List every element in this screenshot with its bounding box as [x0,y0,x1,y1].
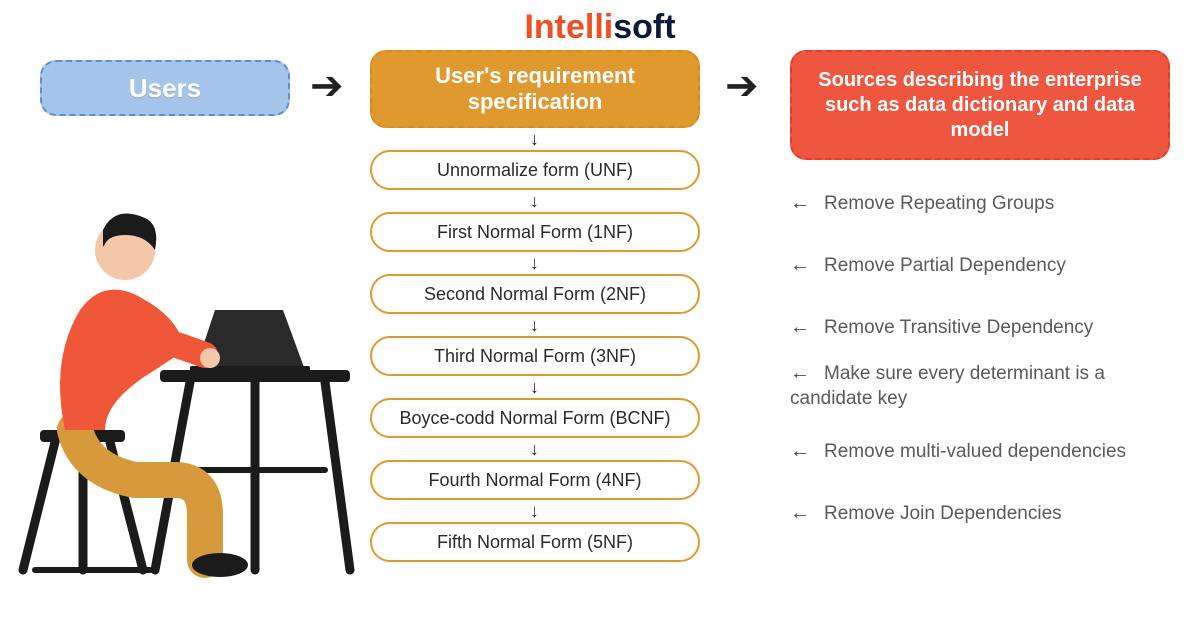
users-label: Users [129,73,201,104]
annotation: ← Remove Partial Dependency [790,252,1185,279]
normal-form-pill: Unnormalize form (UNF) [370,150,700,190]
annotation: ← Remove Transitive Dependency [790,314,1185,341]
arrow-left-icon: ← [790,360,810,386]
logo-part1: Intelli [524,8,613,46]
normal-form-pill: Boyce-codd Normal Form (BCNF) [370,398,700,438]
annotation: ←Make sure every determinant is a candid… [790,360,1185,411]
annotation-text: Make sure every determinant is a candida… [790,363,1105,409]
requirement-spec-box: User's requirement specification [370,50,700,128]
pill-label: Second Normal Form (2NF) [424,284,646,305]
pill-label: Fourth Normal Form (4NF) [428,470,641,491]
arrow-left-icon: ← [790,190,810,216]
arrow-down-icon: ↓ [530,378,539,396]
pill-label: Boyce-codd Normal Form (BCNF) [399,408,670,429]
brand-logo: Intellisoft [524,8,675,47]
pill-label: Third Normal Form (3NF) [434,346,636,367]
annotation-text: Remove Partial Dependency [824,255,1066,276]
arrow-down-icon: ↓ [530,130,539,148]
annotation-text: Remove Repeating Groups [824,193,1054,214]
pill-label: Unnormalize form (UNF) [437,160,633,181]
pill-label: Fifth Normal Form (5NF) [437,532,633,553]
person-at-laptop-icon [5,180,365,580]
arrow-down-icon: ↓ [530,254,539,272]
annotation: ← Remove Join Dependencies [790,500,1185,527]
annotation-text: Remove multi-valued dependencies [824,441,1126,462]
normal-form-pill: Fourth Normal Form (4NF) [370,460,700,500]
arrow-down-icon: ↓ [530,440,539,458]
normal-form-pill: Third Normal Form (3NF) [370,336,700,376]
annotation-text: Remove Transitive Dependency [824,317,1093,338]
arrow-left-icon: ← [790,438,810,464]
arrow-right-icon: ➔ [310,66,344,106]
users-box: Users [40,60,290,116]
sources-box: Sources describing the enterprise such a… [790,50,1170,160]
arrow-left-icon: ← [790,500,810,526]
normal-form-pill: First Normal Form (1NF) [370,212,700,252]
normal-form-pill: Second Normal Form (2NF) [370,274,700,314]
arrow-right-icon: ➔ [725,66,759,106]
arrow-left-icon: ← [790,252,810,278]
logo-part2: soft [613,8,675,46]
normal-form-pill: Fifth Normal Form (5NF) [370,522,700,562]
annotation: ← Remove Repeating Groups [790,190,1185,217]
arrow-down-icon: ↓ [530,502,539,520]
arrow-left-icon: ← [790,314,810,340]
annotation-text: Remove Join Dependencies [824,503,1062,524]
arrow-down-icon: ↓ [530,192,539,210]
arrow-down-icon: ↓ [530,316,539,334]
sources-label: Sources describing the enterprise such a… [810,68,1150,143]
requirement-spec-label: User's requirement specification [382,63,688,116]
pill-label: First Normal Form (1NF) [437,222,633,243]
annotation: ← Remove multi-valued dependencies [790,438,1185,465]
